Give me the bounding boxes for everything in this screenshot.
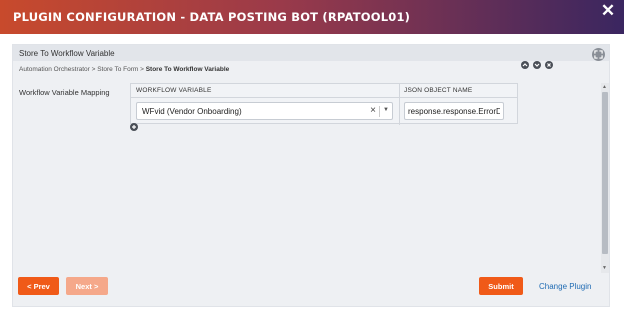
scroll-down-icon[interactable]: ▼ — [602, 265, 607, 271]
column-header-workflow-variable: WORKFLOW VARIABLE — [136, 87, 212, 94]
add-row-icon[interactable] — [130, 123, 138, 131]
column-header-json-object-name: JSON OBJECT NAME — [404, 87, 473, 94]
json-object-name-input[interactable] — [404, 102, 504, 120]
panel-header: Store To Workflow Variable — [13, 45, 609, 61]
change-plugin-link[interactable]: Change Plugin — [539, 282, 591, 291]
panel-title: Store To Workflow Variable — [19, 49, 115, 58]
store-to-workflow-panel: Store To Workflow Variable Automation Or… — [12, 44, 610, 307]
breadcrumb: Automation Orchestrator > Store To Form … — [19, 66, 229, 73]
prev-button[interactable]: < Prev — [18, 277, 59, 295]
workflow-variable-mapping-label: Workflow Variable Mapping — [19, 88, 110, 97]
workflow-variable-select[interactable]: WFvid (Vendor Onboarding) × ▼ — [136, 102, 393, 120]
scroll-up-icon[interactable]: ▲ — [602, 84, 607, 90]
chevron-down-icon[interactable]: ▼ — [383, 107, 389, 113]
move-down-icon[interactable] — [533, 61, 541, 69]
header-divider — [131, 97, 517, 98]
scrollbar-thumb[interactable] — [602, 92, 608, 254]
remove-row-icon[interactable] — [545, 61, 553, 69]
dialog-titlebar: PLUGIN CONFIGURATION - DATA POSTING BOT … — [0, 0, 624, 34]
vertical-scrollbar[interactable]: ▲ ▼ — [601, 83, 609, 273]
clear-icon[interactable]: × — [370, 105, 376, 116]
expand-icon-glyph — [594, 50, 603, 59]
close-icon[interactable]: ✕ — [600, 2, 616, 20]
next-button[interactable]: Next > — [66, 277, 108, 295]
select-divider — [379, 106, 380, 117]
breadcrumb-current: Store To Workflow Variable — [145, 66, 230, 73]
workflow-variable-value: WFvid (Vendor Onboarding) — [142, 107, 242, 116]
dialog-title: PLUGIN CONFIGURATION - DATA POSTING BOT … — [13, 10, 411, 24]
mapping-table: WORKFLOW VARIABLE JSON OBJECT NAME WFvid… — [130, 83, 518, 125]
submit-button[interactable]: Submit — [479, 277, 523, 295]
breadcrumb-path: Automation Orchestrator > Store To Form … — [19, 66, 146, 73]
move-up-icon[interactable] — [521, 61, 529, 69]
expand-icon[interactable] — [592, 48, 605, 61]
column-divider — [399, 84, 400, 125]
